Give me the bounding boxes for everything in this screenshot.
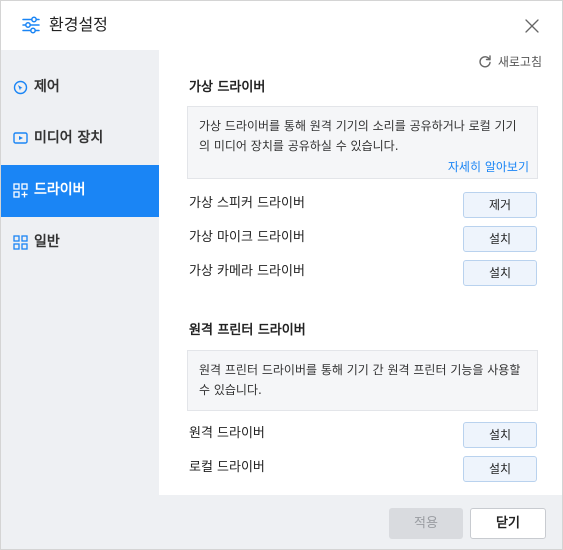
close-icon[interactable] bbox=[521, 15, 543, 37]
sidebar-item-label: 드라이버 bbox=[34, 182, 86, 198]
driver-icon bbox=[13, 183, 28, 198]
title-bar: 환경설정 bbox=[1, 1, 562, 50]
virtual-mic-install-button[interactable]: 설치 bbox=[463, 226, 537, 252]
sidebar-item-general[interactable]: 일반 bbox=[1, 217, 159, 269]
virtual-driver-info-text: 가상 드라이버를 통해 원격 기기의 소리를 공유하거나 로컬 기기의 미디어 … bbox=[199, 119, 517, 153]
virtual-camera-install-button[interactable]: 설치 bbox=[463, 260, 537, 286]
driver-settings-panel: 새로고침 가상 드라이버 가상 드라이버를 통해 원격 기기의 소리를 공유하거… bbox=[159, 50, 562, 495]
learn-more-link[interactable]: 자세히 알아보기 bbox=[448, 158, 529, 175]
refresh-button[interactable]: 새로고침 bbox=[478, 52, 542, 70]
remote-driver-label: 원격 드라이버 bbox=[189, 426, 265, 441]
remote-printer-title: 원격 프린터 드라이버 bbox=[189, 323, 306, 338]
sidebar: 제어 미디어 장치 드라이버 일반 bbox=[1, 50, 159, 495]
media-device-icon bbox=[13, 132, 28, 144]
virtual-speaker-remove-button[interactable]: 제거 bbox=[463, 192, 537, 218]
remote-printer-info-box: 원격 프린터 드라이버를 통해 기기 간 원격 프린터 기능을 사용할 수 있습… bbox=[187, 350, 538, 411]
virtual-driver-title: 가상 드라이버 bbox=[189, 80, 266, 95]
virtual-camera-driver-label: 가상 카메라 드라이버 bbox=[189, 264, 305, 279]
sidebar-item-media-device[interactable]: 미디어 장치 bbox=[1, 113, 159, 165]
close-button[interactable]: 닫기 bbox=[470, 508, 546, 539]
settings-window: 환경설정 제어 미디어 장치 드라이버 일반 새로고침 가상 드라이버 가상 드… bbox=[0, 0, 563, 550]
apply-button[interactable]: 적용 bbox=[389, 508, 463, 539]
sidebar-item-label: 미디어 장치 bbox=[34, 130, 104, 146]
virtual-speaker-driver-label: 가상 스피커 드라이버 bbox=[189, 196, 305, 211]
remote-printer-info-text: 원격 프린터 드라이버를 통해 기기 간 원격 프린터 기능을 사용할 수 있습… bbox=[199, 363, 521, 397]
footer: 적용 닫기 bbox=[1, 495, 562, 549]
virtual-driver-info-box: 가상 드라이버를 통해 원격 기기의 소리를 공유하거나 로컬 기기의 미디어 … bbox=[187, 106, 538, 179]
sidebar-item-label: 일반 bbox=[34, 234, 60, 250]
sidebar-item-driver[interactable]: 드라이버 bbox=[1, 165, 159, 217]
local-driver-label: 로컬 드라이버 bbox=[189, 460, 265, 475]
refresh-icon bbox=[479, 55, 491, 68]
settings-sliders-icon bbox=[22, 16, 40, 34]
sidebar-item-control[interactable]: 제어 bbox=[1, 62, 159, 114]
sidebar-item-label: 제어 bbox=[34, 79, 60, 95]
remote-driver-install-button[interactable]: 설치 bbox=[463, 422, 537, 448]
local-driver-install-button[interactable]: 설치 bbox=[463, 456, 537, 482]
refresh-label: 새로고침 bbox=[497, 54, 542, 69]
window-title: 환경설정 bbox=[49, 15, 108, 34]
general-icon bbox=[13, 235, 28, 250]
control-icon bbox=[13, 80, 28, 95]
virtual-mic-driver-label: 가상 마이크 드라이버 bbox=[189, 230, 305, 245]
